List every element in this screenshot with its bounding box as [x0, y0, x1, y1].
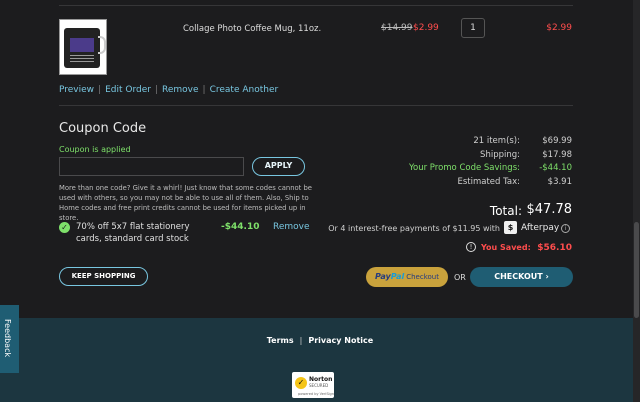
summary-promo-label: Your Promo Code Savings: [408, 163, 520, 173]
installments-text: Or 4 interest-free payments of $11.95 wi… [328, 224, 500, 233]
summary-shipping-label: Shipping: [480, 150, 520, 160]
item-actions: Preview | Edit Order | Remove | Create Another [59, 85, 279, 95]
coupon-title: Coupon Code [59, 121, 147, 136]
checkout-button[interactable]: CHECKOUT › [470, 267, 573, 287]
feedback-label: Feedback [3, 319, 12, 358]
coupon-note: More than one code? Give it a whirl! Jus… [59, 184, 312, 222]
alert-icon: ! [466, 242, 476, 252]
you-saved-label: You Saved: [481, 243, 531, 252]
coupon-code-input[interactable] [59, 157, 244, 176]
applied-promo-description: 70% off 5x7 flat stationery cards, stand… [76, 222, 190, 244]
summary-items-label: 21 item(s): [473, 136, 520, 146]
summary-items-value: $69.99 [542, 136, 572, 146]
check-circle-icon: ✓ [59, 222, 70, 233]
mug-image [64, 28, 100, 68]
summary-promo-value: -$44.10 [539, 163, 572, 173]
keep-shopping-button[interactable]: KEEP SHOPPING [59, 267, 148, 286]
sale-price: $2.99 [413, 23, 439, 33]
product-thumbnail[interactable] [59, 19, 107, 75]
you-saved-value: $56.10 [537, 243, 572, 253]
norton-secured-badge[interactable]: ✓ Norton SECURED powered by VeriSign [292, 372, 334, 398]
divider-top [59, 5, 573, 6]
afterpay-label[interactable]: Afterpay [521, 223, 559, 233]
summary-tax-label: Estimated Tax: [457, 177, 520, 187]
paypal-checkout-button[interactable]: PayPal Checkout [366, 267, 448, 287]
or-separator: OR [454, 273, 466, 282]
feedback-tab[interactable]: Feedback [0, 305, 19, 373]
create-another-link[interactable]: Create Another [210, 85, 279, 95]
paypal-logo-pay: Pay [375, 272, 391, 281]
total-label: Total: [489, 204, 522, 218]
preview-link[interactable]: Preview [59, 85, 94, 95]
summary-tax-value: $3.91 [547, 177, 572, 187]
coupon-applied-message: Coupon is applied [59, 145, 131, 154]
norton-check-icon: ✓ [295, 377, 307, 389]
privacy-notice-link[interactable]: Privacy Notice [308, 336, 373, 345]
scrollbar-thumb[interactable] [634, 222, 639, 318]
applied-promo-amount: -$44.10 [221, 222, 260, 232]
scrollbar[interactable] [633, 0, 640, 402]
apply-coupon-button[interactable]: APPLY [252, 157, 305, 176]
remove-promo-link[interactable]: Remove [273, 222, 310, 232]
summary-shipping-value: $17.98 [542, 150, 572, 160]
original-price: $14.99 [381, 23, 413, 33]
quantity-input[interactable]: 1 [461, 18, 485, 38]
product-name: Collage Photo Coffee Mug, 11oz. [183, 24, 322, 34]
divider-middle [59, 105, 573, 106]
edit-order-link[interactable]: Edit Order [105, 85, 151, 95]
terms-link[interactable]: Terms [267, 336, 294, 345]
paypal-logo-pal: Pal [390, 272, 405, 281]
afterpay-icon: $ [504, 221, 517, 234]
info-icon[interactable]: i [561, 224, 570, 233]
total-value: $47.78 [526, 202, 573, 217]
remove-item-link[interactable]: Remove [162, 85, 199, 95]
footer-links: Terms | Privacy Notice [266, 336, 374, 345]
paypal-checkout-label: Checkout [406, 273, 439, 281]
line-total: $2.99 [546, 23, 572, 33]
